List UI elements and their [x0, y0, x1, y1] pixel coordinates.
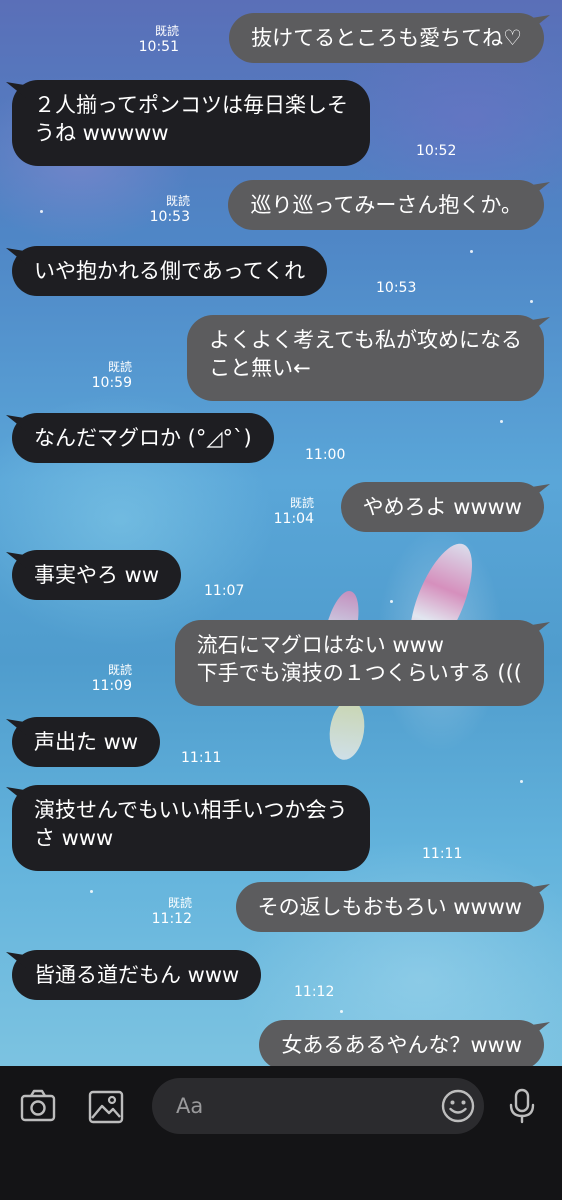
- message-time: 11:11: [181, 750, 222, 766]
- message-time: 11:07: [204, 583, 245, 599]
- message-text: うね wwwww: [34, 121, 169, 145]
- read-receipt: 既読: [107, 663, 132, 677]
- message-text: いや抱かれる側であってくれ: [34, 259, 306, 283]
- message-bubble-incoming[interactable]: なんだマグロか (°◿°`): [6, 413, 274, 463]
- message-text: 流石にマグロはない www: [196, 633, 444, 657]
- message-bubble-outgoing[interactable]: やめろよ wwww: [340, 482, 550, 532]
- message-text: よくよく考えても私が攻めになる: [209, 328, 522, 352]
- message-bubble-incoming[interactable]: 声出た ww: [6, 717, 161, 767]
- message-text: さ www: [34, 826, 114, 850]
- sparkle: [520, 780, 523, 783]
- message-text: 演技せんでもいい相手いつか会う: [34, 798, 348, 822]
- koi-illustration: [325, 697, 369, 763]
- read-receipt: 既読: [107, 360, 132, 374]
- message-text: 女あるあるやんな？www: [281, 1033, 522, 1057]
- message-text: ２人揃ってポンコツは毎日楽しそ: [34, 93, 348, 117]
- sparkle: [500, 420, 503, 423]
- microphone-icon[interactable]: [502, 1086, 542, 1126]
- message-input[interactable]: [176, 1078, 436, 1134]
- message-time: 11:11: [422, 846, 463, 862]
- message-bubble-outgoing[interactable]: 抜けてるところも愛ちてね♡: [229, 13, 550, 63]
- message-time: 11:12: [294, 984, 335, 1000]
- read-receipt: 既読: [289, 496, 314, 510]
- sparkle: [90, 890, 93, 893]
- message-text: 事実やろ ww: [34, 563, 160, 587]
- message-meta: 既読 10:53: [120, 193, 190, 226]
- message-time: 11:04: [273, 511, 314, 527]
- camera-icon[interactable]: [18, 1086, 58, 1126]
- message-bubble-outgoing[interactable]: 流石にマグロはない www 下手でも演技の１つくらいする (((: [174, 620, 550, 706]
- message-text: やめろよ wwww: [362, 495, 522, 519]
- message-meta: 既読 10:51: [109, 23, 179, 56]
- message-bubble-incoming[interactable]: 演技せんでもいい相手いつか会う さ www: [6, 785, 370, 871]
- message-time: 10:51: [138, 39, 179, 55]
- sparkle: [40, 210, 43, 213]
- read-receipt: 既読: [154, 24, 179, 38]
- message-text: なんだマグロか (°◿°`): [34, 426, 252, 450]
- message-bubble-outgoing[interactable]: よくよく考えても私が攻めになる こと無い←: [187, 315, 550, 401]
- image-icon[interactable]: [86, 1086, 126, 1126]
- message-text: その返しもおもろい wwww: [257, 895, 522, 919]
- message-bubble-incoming[interactable]: 事実やろ ww: [6, 550, 182, 600]
- message-bubble-outgoing[interactable]: 巡り巡ってみーさん抱くか。: [228, 180, 550, 230]
- message-bubble-incoming[interactable]: ２人揃ってポンコツは毎日楽しそ うね wwwww: [6, 80, 370, 166]
- sparkle: [530, 300, 533, 303]
- read-receipt: 既読: [165, 194, 190, 208]
- message-time: 11:12: [151, 911, 192, 927]
- sparkle: [390, 600, 393, 603]
- message-time: 10:59: [91, 375, 132, 391]
- message-time: 10:53: [376, 280, 417, 296]
- message-text: 抜けてるところも愛ちてね♡: [251, 26, 522, 50]
- message-bubble-incoming[interactable]: 皆通る道だもん www: [6, 950, 262, 1000]
- emoji-icon[interactable]: [438, 1086, 478, 1126]
- sparkle: [340, 1010, 343, 1013]
- message-time: 11:09: [91, 678, 132, 694]
- message-text: 声出た ww: [34, 730, 139, 754]
- message-bubble-outgoing[interactable]: 女あるあるやんな？www: [259, 1020, 550, 1070]
- message-text: 下手でも演技の１つくらいする (((: [196, 661, 522, 685]
- message-text-field[interactable]: [152, 1078, 484, 1134]
- message-meta: 既読 10:59: [62, 359, 132, 392]
- message-bubble-outgoing[interactable]: その返しもおもろい wwww: [235, 882, 550, 932]
- message-bubble-incoming[interactable]: いや抱かれる側であってくれ: [6, 246, 328, 296]
- message-text: 巡り巡ってみーさん抱くか。: [250, 193, 522, 217]
- read-receipt: 既読: [167, 896, 192, 910]
- sparkle: [470, 250, 473, 253]
- message-time: 10:52: [416, 143, 457, 159]
- message-time: 10:53: [149, 209, 190, 225]
- message-input-bar: [0, 1066, 562, 1200]
- message-text: こと無い←: [209, 356, 311, 380]
- message-meta: 既読 11:12: [122, 895, 192, 928]
- message-time: 11:00: [305, 447, 346, 463]
- message-meta: 既読 11:04: [244, 495, 314, 528]
- message-text: 皆通る道だもん www: [34, 963, 240, 987]
- message-meta: 既読 11:09: [62, 662, 132, 695]
